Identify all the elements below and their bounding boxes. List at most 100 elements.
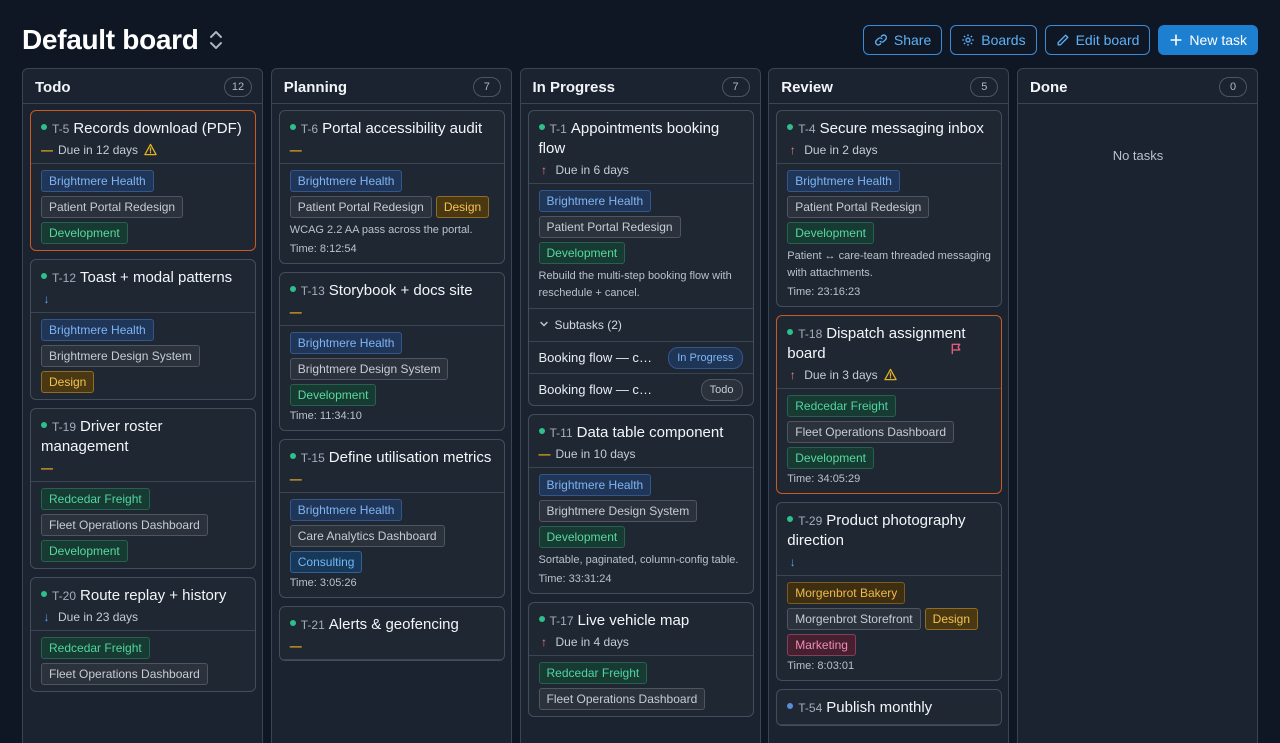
task-card[interactable]: T-21 Alerts & geofencing — — [278, 606, 505, 661]
tag[interactable]: Development — [538, 242, 626, 264]
task-card[interactable]: T-17 Live vehicle map ↑ Due in 4 days Redced… — [527, 602, 754, 717]
task-card[interactable]: T-20 Route replay + history ↓ Due in 23 day… — [30, 577, 256, 692]
task-card[interactable]: T-1 Appointments booking flow ↑ Due in 6 da… — [527, 110, 754, 406]
tag-list: Redcedar Freight Fleet Operations Dashboa… — [41, 488, 245, 562]
task-meta: ↑ Due in 3 days — [787, 367, 991, 382]
tag[interactable]: Fleet Operations Dashboard — [538, 688, 706, 710]
tag[interactable]: Patient Portal Redesign — [787, 196, 930, 218]
tag[interactable]: Brightmere Health — [289, 332, 403, 354]
boards-label: Boards — [981, 32, 1026, 48]
task-title-text: Live vehicle map — [577, 612, 690, 629]
tag[interactable]: Brightmere Design System — [41, 345, 200, 367]
tag[interactable]: Brightmere Health — [41, 319, 154, 341]
task-title: T-11 Data table component — [538, 423, 743, 443]
tag[interactable]: Brightmere Health — [41, 170, 154, 192]
status-dot — [289, 286, 296, 293]
tag[interactable]: Brightmere Design System — [538, 500, 698, 522]
subtask-row[interactable]: Booking flow — calendar In Progress — [528, 341, 753, 373]
tag[interactable]: Redcedar Freight — [41, 637, 150, 659]
tag[interactable]: Redcedar Freight — [41, 488, 150, 510]
edit-board-button[interactable]: Edit board — [1044, 25, 1151, 55]
task-id: T-1 — [549, 122, 567, 136]
tag[interactable]: Redcedar Freight — [538, 662, 648, 684]
tag[interactable]: Brightmere Health — [289, 170, 403, 192]
tag[interactable]: Morgenbrot Storefront — [787, 608, 921, 630]
share-button[interactable]: Share — [862, 25, 943, 55]
task-card[interactable]: T-19 Driver roster management — Redcedar Fr… — [30, 408, 256, 569]
task-title-text: Publish monthly — [826, 699, 933, 716]
tag[interactable]: Design — [435, 196, 490, 218]
card-header: T-12 Toast + modal patterns ↓ — [31, 260, 255, 313]
tag[interactable]: Patient Portal Redesign — [41, 196, 184, 218]
tag[interactable]: Design — [41, 371, 95, 393]
gear-icon — [962, 34, 974, 46]
status-dot — [289, 124, 296, 131]
flag-icon[interactable] — [950, 342, 963, 355]
priority-icon: ↑ — [789, 142, 796, 157]
tag[interactable]: Patient Portal Redesign — [538, 216, 681, 238]
tag[interactable]: Brightmere Health — [538, 190, 652, 212]
tag[interactable]: Consulting — [289, 551, 363, 573]
card-header: T-54 Publish monthly — [777, 690, 1002, 725]
task-id: T-13 — [300, 284, 325, 298]
tag[interactable]: Development — [289, 384, 377, 406]
new-task-label: New task — [1189, 32, 1247, 48]
status-dot — [289, 453, 296, 460]
new-task-button[interactable]: New task — [1158, 25, 1258, 55]
board-switcher-icon[interactable] — [206, 29, 226, 51]
subtasks-toggle[interactable]: Subtasks (2) — [528, 308, 753, 341]
column-count-badge: 7 — [472, 77, 501, 97]
subtask-row[interactable]: Booking flow — confirmation Todo — [528, 373, 753, 405]
warning-icon — [144, 143, 157, 156]
tag[interactable]: Brightmere Design System — [289, 358, 449, 380]
tag[interactable]: Care Analytics Dashboard — [289, 525, 445, 547]
task-card[interactable]: T-13 Storybook + docs site — Brightmere Hea… — [278, 272, 505, 431]
task-title-text: Portal accessibility audit — [322, 120, 483, 137]
task-meta: ↓ — [41, 291, 245, 306]
task-title-text: Secure messaging inbox — [819, 120, 984, 137]
task-card[interactable]: T-11 Data table component — Due in 10 days B… — [527, 414, 754, 594]
task-card[interactable]: T-4 Secure messaging inbox ↑ Due in 2 days B… — [776, 110, 1003, 307]
priority-icon: ↓ — [43, 609, 50, 624]
tag[interactable]: Fleet Operations Dashboard — [787, 421, 954, 443]
tag[interactable]: Fleet Operations Dashboard — [41, 514, 208, 536]
task-id: T-18 — [798, 327, 823, 341]
task-card[interactable]: T-18 Dispatch assignment board ↑ Due in 3 d… — [776, 315, 1003, 494]
tag[interactable]: Brightmere Health — [289, 499, 403, 521]
tag[interactable]: Development — [787, 222, 874, 244]
column-todo: Todo 12 T-5 Records download (PDF) — Due in 1… — [22, 68, 263, 743]
task-card[interactable]: T-15 Define utilisation metrics — Brightmer… — [278, 439, 505, 598]
tag[interactable]: Patient Portal Redesign — [289, 196, 432, 218]
tag[interactable]: Development — [41, 222, 128, 244]
task-card[interactable]: T-29 Product photography direction ↓ Morgen… — [776, 502, 1003, 681]
priority-icon: — — [289, 638, 302, 653]
task-id: T-17 — [549, 614, 574, 628]
tag[interactable]: Development — [538, 526, 626, 548]
card-header: T-29 Product photography direction ↓ — [777, 503, 1002, 576]
status-dot — [787, 124, 794, 131]
task-card[interactable]: T-5 Records download (PDF) — Due in 12 days… — [30, 110, 256, 251]
task-title: T-20 Route replay + history — [41, 586, 245, 606]
task-card[interactable]: T-54 Publish monthly — [776, 689, 1003, 726]
tag[interactable]: Marketing — [787, 634, 856, 656]
page-title: Default board — [22, 24, 199, 55]
due-date: Due in 10 days — [555, 446, 636, 461]
task-meta: — — [290, 142, 494, 157]
card-body: Redcedar Freight Fleet Operations Dashboa… — [31, 631, 255, 691]
tag[interactable]: Redcedar Freight — [787, 395, 896, 417]
tag[interactable]: Morgenbrot Bakery — [787, 582, 906, 604]
tag[interactable]: Development — [41, 540, 128, 562]
status-dot — [787, 703, 794, 710]
tag[interactable]: Fleet Operations Dashboard — [41, 663, 208, 685]
tag[interactable]: Design — [924, 608, 979, 630]
tag[interactable]: Brightmere Health — [787, 170, 900, 192]
tag-list: Redcedar Freight Fleet Operations Dashboa… — [41, 637, 245, 685]
column-title: Todo — [35, 79, 71, 96]
card-header: T-5 Records download (PDF) — Due in 12 days — [31, 111, 255, 164]
task-card[interactable]: T-12 Toast + modal patterns ↓ Brightmere He… — [30, 259, 256, 400]
boards-button[interactable]: Boards — [950, 25, 1037, 55]
task-card[interactable]: T-6 Portal accessibility audit — Brightmere… — [278, 110, 505, 264]
tag[interactable]: Development — [787, 447, 874, 469]
tag[interactable]: Brightmere Health — [538, 474, 652, 496]
time-tracked: Time: 34:05:29 — [787, 473, 861, 485]
